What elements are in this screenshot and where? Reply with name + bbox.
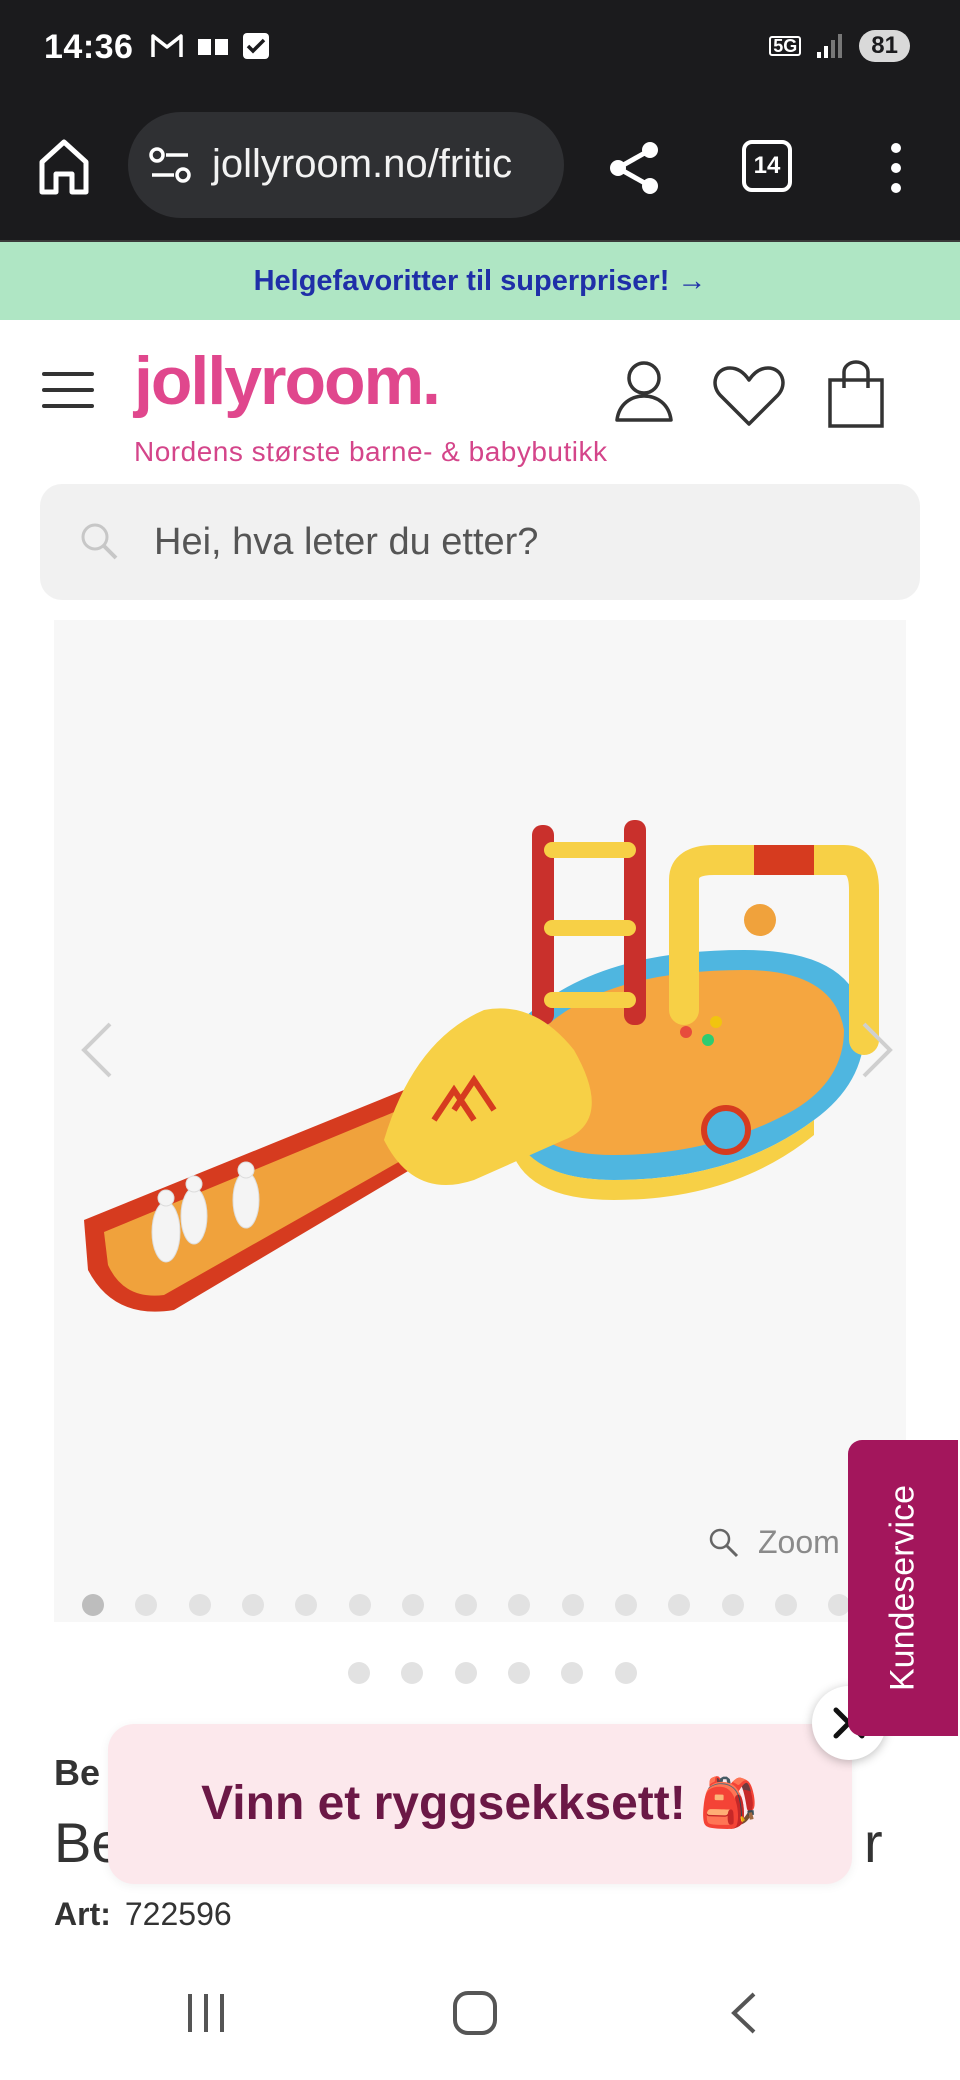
home-icon[interactable] — [36, 136, 92, 196]
wishlist-heart-icon[interactable] — [712, 364, 786, 428]
url-text: jollyroom.no/fritic — [212, 142, 513, 186]
promo-banner[interactable]: Helgefavoritter til superpriser! → — [0, 242, 960, 320]
check-box-icon — [243, 33, 269, 59]
search-bar[interactable] — [40, 484, 920, 600]
pagination-dot[interactable] — [188, 1594, 211, 1616]
pagination-dot[interactable] — [508, 1594, 531, 1616]
network-type: 5G — [769, 36, 802, 56]
pagination-dot[interactable] — [774, 1594, 797, 1616]
status-time: 14:36 — [44, 28, 134, 66]
site-settings-icon[interactable] — [148, 146, 192, 184]
address-bar[interactable]: jollyroom.no/fritic — [128, 112, 564, 218]
tab-switcher-button[interactable]: 14 — [742, 140, 792, 192]
customer-service-label: Kundeservice — [883, 1484, 922, 1692]
android-nav-bar — [0, 1950, 960, 2080]
book-icon — [198, 39, 228, 55]
hamburger-menu-icon[interactable] — [42, 372, 94, 408]
pagination-dot[interactable] — [615, 1594, 637, 1616]
pagination-dot[interactable] — [135, 1594, 158, 1616]
gmail-icon — [151, 34, 183, 57]
contest-popup[interactable]: Vinn et ryggsekksett! 🎒 — [108, 1724, 852, 1884]
account-icon[interactable] — [612, 358, 676, 424]
signal-icon — [817, 34, 843, 58]
back-nav-icon[interactable] — [728, 1990, 760, 2036]
share-icon[interactable] — [604, 138, 664, 198]
browser-toolbar: jollyroom.no/fritic 14 — [0, 96, 960, 242]
system-icons: 5G 81 — [769, 30, 910, 62]
pagination-dot[interactable] — [401, 1594, 424, 1616]
pagination-dot[interactable] — [721, 1594, 744, 1616]
zoom-button[interactable]: Zoom — [708, 1524, 840, 1561]
product-image-gallery[interactable]: Zoom — [54, 620, 906, 1622]
battery-indicator: 81 — [859, 30, 910, 62]
pagination-dot[interactable] — [241, 1594, 264, 1616]
jollyroom-logo[interactable]: jollyroom. — [134, 342, 441, 420]
product-image[interactable] — [54, 620, 906, 1622]
article-label: Art: — [54, 1896, 111, 1932]
secondary-pagination — [0, 1662, 960, 1686]
status-bar: 14:36 5G 81 — [0, 0, 960, 96]
notification-icons — [150, 32, 270, 60]
zoom-label: Zoom — [758, 1524, 840, 1560]
pagination-dot[interactable] — [295, 1594, 318, 1616]
pagination-dot[interactable] — [454, 1662, 477, 1684]
image-pagination — [54, 1594, 906, 1622]
zoom-magnifier-icon — [709, 1528, 739, 1557]
article-value: 722596 — [124, 1896, 232, 1932]
pagination-dot[interactable] — [668, 1594, 691, 1616]
pagination-dot[interactable] — [455, 1594, 478, 1616]
search-input[interactable] — [154, 484, 894, 600]
search-icon — [81, 523, 118, 560]
product-brand[interactable]: Be — [54, 1752, 100, 1794]
next-image-arrow-icon[interactable] — [854, 1020, 898, 1080]
pagination-dot[interactable] — [348, 1594, 371, 1616]
pagination-dot[interactable] — [561, 1662, 584, 1684]
pagination-dot[interactable] — [507, 1662, 530, 1684]
pagination-dot[interactable] — [401, 1662, 424, 1684]
shopping-bag-icon[interactable] — [826, 360, 886, 430]
pagination-dot[interactable] — [614, 1662, 637, 1684]
site-header: jollyroom. Nordens største barne- & baby… — [0, 320, 960, 480]
article-number: Art: 722596 — [54, 1896, 232, 1933]
tagline: Nordens største barne- & babybutikk — [134, 436, 608, 467]
recent-apps-icon[interactable] — [184, 1990, 228, 2036]
previous-image-arrow-icon[interactable] — [76, 1020, 120, 1080]
more-options-icon[interactable] — [876, 140, 916, 196]
pagination-dot[interactable] — [348, 1662, 370, 1684]
pagination-dot[interactable] — [828, 1594, 851, 1616]
home-nav-icon[interactable] — [452, 1990, 498, 2036]
product-title-suffix: r — [864, 1811, 883, 1874]
customer-service-tab[interactable]: Kundeservice — [848, 1440, 958, 1736]
pagination-dot[interactable] — [561, 1594, 584, 1616]
pagination-dot[interactable] — [82, 1594, 104, 1616]
